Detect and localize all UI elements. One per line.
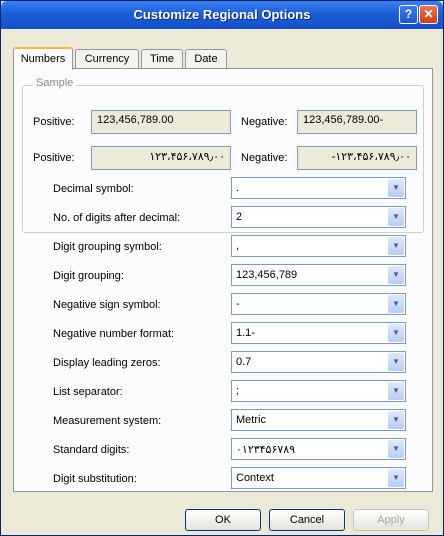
negative-number-format-value: 1.1-: [236, 327, 255, 339]
digits-after-decimal-label: No. of digits after decimal:: [53, 212, 181, 224]
customize-regional-options-dialog: Customize Regional Options ? ✕ Numbers C…: [0, 0, 444, 536]
standard-digits-value: ۰۱۲۳۴۵۶۷۸۹: [236, 444, 296, 456]
negative-sample: 123,456,789.00-: [297, 110, 417, 134]
sample-group-title: Sample: [33, 77, 77, 89]
chevron-down-icon[interactable]: ▼: [388, 266, 404, 284]
title-bar[interactable]: Customize Regional Options ? ✕: [1, 1, 443, 29]
digit-grouping-symbol-value: ,: [236, 240, 240, 252]
tab-numbers[interactable]: Numbers: [13, 47, 73, 70]
list-separator-label: List separator:: [53, 386, 123, 398]
negative-sign-symbol-value: -: [236, 298, 240, 310]
negative-sign-symbol-label: Negative sign symbol:: [53, 299, 161, 311]
tab-date[interactable]: Date: [185, 49, 227, 69]
list-separator-combo[interactable]: ; ▼: [231, 380, 406, 402]
chevron-down-icon[interactable]: ▼: [388, 469, 404, 487]
positive-native-sample: ۱۲۳،۴۵۶،۷۸۹٫۰۰: [91, 146, 231, 170]
chevron-down-icon[interactable]: ▼: [388, 382, 404, 400]
list-separator-value: ;: [236, 385, 240, 397]
measurement-system-combo[interactable]: Metric ▼: [231, 409, 406, 431]
digit-grouping-symbol-label: Digit grouping symbol:: [53, 241, 162, 253]
positive-label: Positive:: [33, 116, 75, 128]
standard-digits-label: Standard digits:: [53, 444, 130, 456]
decimal-symbol-combo[interactable]: . ▼: [231, 177, 406, 199]
tab-currency[interactable]: Currency: [75, 49, 139, 69]
digits-after-decimal-combo[interactable]: 2 ▼: [231, 206, 406, 228]
digit-grouping-symbol-combo[interactable]: , ▼: [231, 235, 406, 257]
chevron-down-icon[interactable]: ▼: [388, 440, 404, 458]
positive-native-label: Positive:: [33, 152, 75, 164]
decimal-symbol-label: Decimal symbol:: [53, 183, 134, 195]
positive-sample: 123,456,789.00: [91, 110, 231, 134]
negative-native-label: Negative:: [241, 152, 288, 164]
chevron-down-icon[interactable]: ▼: [388, 179, 404, 197]
window-title: Customize Regional Options: [133, 7, 311, 22]
chevron-down-icon[interactable]: ▼: [388, 411, 404, 429]
chevron-down-icon[interactable]: ▼: [388, 208, 404, 226]
digit-substitution-value: Context: [236, 472, 274, 484]
measurement-system-value: Metric: [236, 414, 266, 426]
chevron-down-icon[interactable]: ▼: [388, 295, 404, 313]
digit-grouping-combo[interactable]: 123,456,789 ▼: [231, 264, 406, 286]
digit-grouping-label: Digit grouping:: [53, 270, 124, 282]
decimal-symbol-value: .: [236, 182, 240, 194]
cancel-button[interactable]: Cancel: [269, 509, 345, 531]
apply-button[interactable]: Apply: [353, 509, 429, 531]
negative-number-format-combo[interactable]: 1.1- ▼: [231, 322, 406, 344]
digits-after-decimal-value: 2: [236, 211, 243, 223]
display-leading-zeros-value: 0.7: [236, 356, 252, 368]
measurement-system-label: Measurement system:: [53, 415, 162, 427]
negative-label: Negative:: [241, 116, 288, 128]
tab-time[interactable]: Time: [141, 49, 183, 69]
negative-number-format-label: Negative number format:: [53, 328, 175, 340]
digit-grouping-value: 123,456,789: [236, 269, 298, 281]
negative-native-sample: -۱۲۳،۴۵۶،۷۸۹٫۰۰: [297, 146, 417, 170]
digit-substitution-combo[interactable]: Context ▼: [231, 467, 406, 489]
ok-button[interactable]: OK: [185, 509, 261, 531]
help-icon[interactable]: ?: [399, 5, 418, 24]
close-icon[interactable]: ✕: [419, 5, 438, 24]
negative-sign-symbol-combo[interactable]: - ▼: [231, 293, 406, 315]
chevron-down-icon[interactable]: ▼: [388, 324, 404, 342]
standard-digits-combo[interactable]: ۰۱۲۳۴۵۶۷۸۹ ▼: [231, 438, 406, 460]
digit-substitution-label: Digit substitution:: [53, 473, 137, 485]
chevron-down-icon[interactable]: ▼: [388, 353, 404, 371]
display-leading-zeros-combo[interactable]: 0.7 ▼: [231, 351, 406, 373]
chevron-down-icon[interactable]: ▼: [388, 237, 404, 255]
display-leading-zeros-label: Display leading zeros:: [53, 357, 161, 369]
